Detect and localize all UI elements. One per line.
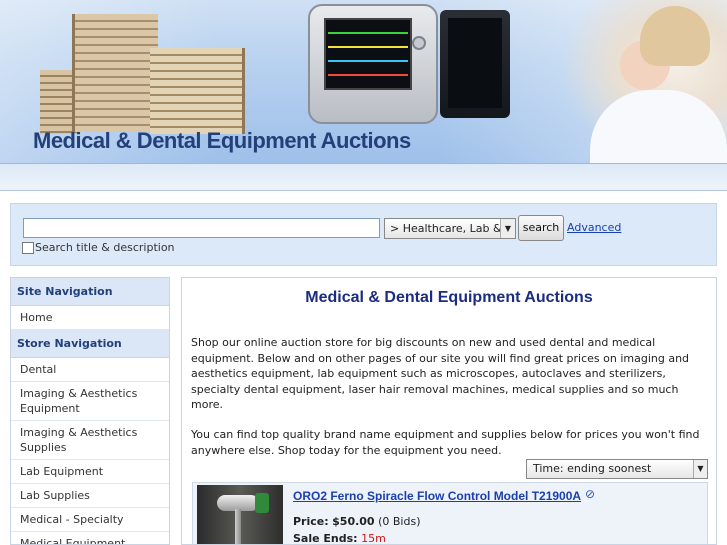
listing-ends: Sale Ends: 15m bbox=[293, 532, 386, 545]
sale-ends-label: Sale Ends: bbox=[293, 532, 358, 545]
price-label: Price: bbox=[293, 515, 329, 528]
intro-paragraph: Shop our online auction store for big di… bbox=[191, 336, 690, 411]
listing-price: Price: $50.00 (0 Bids) bbox=[293, 515, 421, 528]
sidebar-item-dental[interactable]: Dental bbox=[11, 358, 169, 382]
sidebar-item-imaging-equipment[interactable]: Imaging & Aesthetics Equipment bbox=[11, 382, 169, 421]
page-title: Medical & Dental Equipment Auctions bbox=[305, 289, 593, 306]
title-desc-label: Search title & description bbox=[35, 241, 175, 254]
sort-select[interactable]: Time: ending soonest ▼ bbox=[526, 459, 708, 479]
sidebar-item-medical-equipment[interactable]: Medical Equipment bbox=[11, 532, 169, 544]
category-select-value: > Healthcare, Lab & L bbox=[390, 222, 512, 235]
sidebar: Site Navigation Home Store Navigation De… bbox=[10, 277, 170, 545]
main-content: Medical & Dental Equipment Auctions Shop… bbox=[181, 277, 717, 545]
equipment-image bbox=[440, 10, 510, 118]
chevron-down-icon: ▼ bbox=[693, 460, 707, 478]
secondary-paragraph: You can find top quality brand name equi… bbox=[191, 428, 700, 457]
search-button[interactable]: search bbox=[518, 215, 564, 241]
listing-thumbnail[interactable] bbox=[197, 485, 283, 544]
patient-monitor-image bbox=[308, 4, 438, 124]
title-desc-checkbox[interactable] bbox=[22, 241, 34, 254]
sale-ends-value: 15m bbox=[361, 532, 386, 545]
search-panel: > Healthcare, Lab & L ▼ search Advanced … bbox=[10, 203, 717, 266]
price-value: $50.00 bbox=[332, 515, 375, 528]
header-divider-band bbox=[0, 163, 727, 191]
sidebar-item-medical-specialty[interactable]: Medical - Specialty bbox=[11, 508, 169, 532]
bid-count: (0 Bids) bbox=[378, 515, 421, 528]
header-banner: Medical & Dental Equipment Auctions bbox=[0, 0, 727, 163]
doctor-image bbox=[560, 0, 727, 163]
sidebar-item-lab-equipment[interactable]: Lab Equipment bbox=[11, 460, 169, 484]
chevron-down-icon: ▼ bbox=[500, 219, 515, 238]
site-title[interactable]: Medical & Dental Equipment Auctions bbox=[33, 128, 411, 154]
category-select[interactable]: > Healthcare, Lab & L ▼ bbox=[384, 218, 516, 239]
store-navigation-heading: Store Navigation bbox=[11, 330, 169, 358]
hospital-building-image bbox=[150, 48, 245, 134]
site-navigation-heading: Site Navigation bbox=[11, 278, 169, 306]
hospital-building-image bbox=[72, 14, 158, 132]
advanced-search-link[interactable]: Advanced bbox=[567, 221, 621, 234]
sidebar-item-imaging-supplies[interactable]: Imaging & Aesthetics Supplies bbox=[11, 421, 169, 460]
sort-select-value: Time: ending soonest bbox=[533, 462, 652, 475]
sidebar-item-lab-supplies[interactable]: Lab Supplies bbox=[11, 484, 169, 508]
sidebar-item-home[interactable]: Home bbox=[11, 306, 169, 330]
search-input[interactable] bbox=[23, 218, 380, 238]
search-title-desc-option[interactable]: Search title & description bbox=[22, 241, 175, 254]
paperclip-icon: ⊘ bbox=[585, 487, 596, 501]
listing-title-link[interactable]: ORO2 Ferno Spiracle Flow Control Model T… bbox=[293, 489, 581, 503]
list-item: ORO2 Ferno Spiracle Flow Control Model T… bbox=[192, 482, 708, 545]
